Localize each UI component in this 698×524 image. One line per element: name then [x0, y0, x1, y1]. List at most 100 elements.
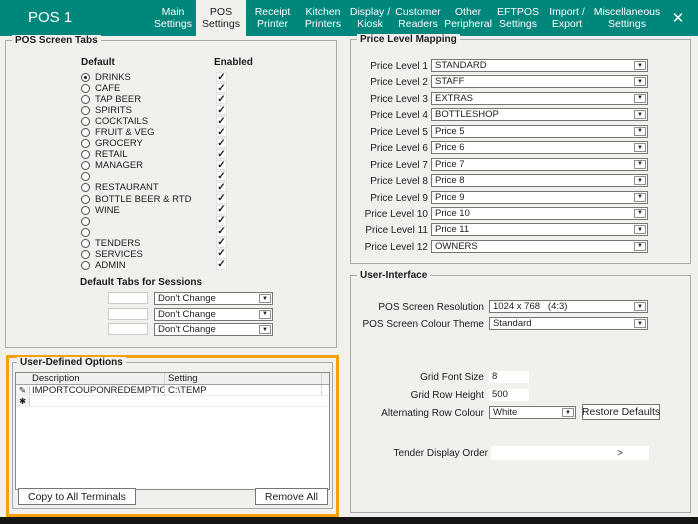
default-radio[interactable] — [81, 106, 90, 115]
dropdown-arrow-icon[interactable]: ▼ — [634, 61, 646, 70]
enabled-checkbox[interactable]: ✓ — [216, 83, 227, 93]
settings-tab[interactable]: Import / Export — [543, 0, 591, 36]
new-row-icon[interactable]: ✱ — [16, 397, 30, 406]
dropdown-arrow-icon[interactable]: ▼ — [259, 310, 271, 319]
close-button[interactable]: ✕ — [664, 0, 692, 36]
settings-tab[interactable]: Miscellaneous Settings — [591, 0, 663, 36]
price-level-dropdown[interactable]: STANDARD ▼ — [431, 59, 648, 72]
default-radio[interactable] — [81, 217, 90, 226]
enabled-checkbox[interactable]: ✓ — [216, 249, 227, 259]
default-radio[interactable] — [81, 206, 90, 215]
enabled-checkbox[interactable]: ✓ — [216, 182, 227, 192]
dropdown-arrow-icon[interactable]: ▼ — [259, 325, 271, 334]
default-radio[interactable] — [81, 228, 90, 237]
enabled-checkbox[interactable]: ✓ — [216, 138, 227, 148]
dropdown-arrow-icon[interactable]: ▼ — [634, 176, 646, 185]
resolution-dropdown[interactable]: 1024 x 768 (4:3) ▼ — [489, 300, 648, 313]
enabled-checkbox[interactable]: ✓ — [216, 260, 227, 270]
settings-tab[interactable]: Other Peripheral — [443, 0, 493, 36]
price-level-dropdown[interactable]: OWNERS ▼ — [431, 240, 648, 253]
session-number-input[interactable] — [108, 308, 148, 320]
settings-tab[interactable]: Main Settings — [150, 0, 196, 36]
resolution-label: POS Screen Resolution — [361, 302, 484, 313]
session-tab-dropdown[interactable]: Don't Change ▼ — [154, 308, 273, 321]
price-level-dropdown[interactable]: Price 9 ▼ — [431, 191, 648, 204]
remove-all-button[interactable]: Remove All — [255, 488, 328, 505]
alternating-row-colour-dropdown[interactable]: White ▼ — [489, 406, 576, 419]
price-level-dropdown[interactable]: Price 11 ▼ — [431, 223, 648, 236]
dropdown-arrow-icon[interactable]: ▼ — [259, 294, 271, 303]
dropdown-arrow-icon[interactable]: ▼ — [634, 143, 646, 152]
default-radio[interactable] — [81, 250, 90, 259]
grid-row-height-input[interactable]: 500 — [489, 389, 529, 401]
tender-display-order-field[interactable]: > — [491, 446, 649, 460]
setting-cell[interactable]: C:\TEMP — [165, 385, 322, 396]
colour-theme-dropdown[interactable]: Standard ▼ — [489, 317, 648, 330]
dropdown-arrow-icon[interactable]: ▼ — [634, 160, 646, 169]
grid-row[interactable]: ✎ IMPORTCOUPONREDEMPTIONSFILE C:\TEMP — [16, 385, 329, 396]
settings-tab[interactable]: EFTPOS Settings — [493, 0, 543, 36]
price-level-dropdown[interactable]: Price 10 ▼ — [431, 207, 648, 220]
default-radio[interactable] — [81, 117, 90, 126]
enabled-checkbox[interactable]: ✓ — [216, 105, 227, 115]
session-number-input[interactable] — [108, 323, 148, 335]
enabled-checkbox[interactable]: ✓ — [216, 149, 227, 159]
enabled-checkbox[interactable]: ✓ — [216, 171, 227, 181]
dropdown-arrow-icon[interactable]: ▼ — [634, 319, 646, 328]
enabled-checkbox[interactable]: ✓ — [216, 227, 227, 237]
default-radio[interactable] — [81, 239, 90, 248]
default-radio[interactable] — [81, 150, 90, 159]
price-level-dropdown[interactable]: Price 7 ▼ — [431, 158, 648, 171]
session-tab-dropdown[interactable]: Don't Change ▼ — [154, 292, 273, 305]
dropdown-arrow-icon[interactable]: ▼ — [634, 225, 646, 234]
price-level-dropdown[interactable]: Price 6 ▼ — [431, 141, 648, 154]
settings-tab[interactable]: Kitchen Printers — [299, 0, 347, 36]
enabled-checkbox[interactable]: ✓ — [216, 205, 227, 215]
dropdown-arrow-icon[interactable]: ▼ — [634, 94, 646, 103]
dropdown-arrow-icon[interactable]: ▼ — [634, 242, 646, 251]
price-level-dropdown[interactable]: STAFF ▼ — [431, 75, 648, 88]
description-cell[interactable]: IMPORTCOUPONREDEMPTIONSFILE — [30, 385, 165, 396]
grid-row[interactable]: ✱ — [16, 396, 329, 407]
pencil-icon[interactable]: ✎ — [16, 386, 30, 395]
price-level-dropdown[interactable]: Price 8 ▼ — [431, 174, 648, 187]
dropdown-arrow-icon[interactable]: ▼ — [634, 110, 646, 119]
settings-tab[interactable]: POS Settings — [196, 0, 246, 36]
enabled-checkbox[interactable]: ✓ — [216, 160, 227, 170]
default-radio[interactable] — [81, 183, 90, 192]
price-level-dropdown[interactable]: BOTTLESHOP ▼ — [431, 108, 648, 121]
chevron-right-icon[interactable]: > — [617, 448, 623, 459]
default-radio[interactable] — [81, 195, 90, 204]
dropdown-arrow-icon[interactable]: ▼ — [562, 408, 574, 417]
default-radio[interactable] — [81, 73, 90, 82]
enabled-checkbox[interactable]: ✓ — [216, 194, 227, 204]
dropdown-arrow-icon[interactable]: ▼ — [634, 77, 646, 86]
dropdown-arrow-icon[interactable]: ▼ — [634, 302, 646, 311]
default-radio[interactable] — [81, 84, 90, 93]
dropdown-arrow-icon[interactable]: ▼ — [634, 127, 646, 136]
default-radio[interactable] — [81, 261, 90, 270]
enabled-checkbox[interactable]: ✓ — [216, 127, 227, 137]
enabled-checkbox[interactable]: ✓ — [216, 116, 227, 126]
restore-defaults-button[interactable]: Restore Defaults — [582, 404, 660, 420]
default-radio[interactable] — [81, 161, 90, 170]
default-radio[interactable] — [81, 95, 90, 104]
price-level-dropdown[interactable]: EXTRAS ▼ — [431, 92, 648, 105]
session-tab-dropdown[interactable]: Don't Change ▼ — [154, 323, 273, 336]
dropdown-arrow-icon[interactable]: ▼ — [634, 193, 646, 202]
default-radio[interactable] — [81, 139, 90, 148]
settings-tab[interactable]: Customer Readers — [393, 0, 443, 36]
settings-tab[interactable]: Display / Kiosk — [347, 0, 393, 36]
settings-tab[interactable]: Receipt Printer — [246, 0, 299, 36]
dropdown-arrow-icon[interactable]: ▼ — [634, 209, 646, 218]
default-radio[interactable] — [81, 128, 90, 137]
price-level-dropdown[interactable]: Price 5 ▼ — [431, 125, 648, 138]
enabled-checkbox[interactable]: ✓ — [216, 238, 227, 248]
enabled-checkbox[interactable]: ✓ — [216, 72, 227, 82]
copy-to-all-terminals-button[interactable]: Copy to All Terminals — [18, 488, 136, 505]
grid-font-size-input[interactable]: 8 — [489, 371, 529, 383]
enabled-checkbox[interactable]: ✓ — [216, 94, 227, 104]
session-number-input[interactable] — [108, 292, 148, 304]
default-radio[interactable] — [81, 172, 90, 181]
enabled-checkbox[interactable]: ✓ — [216, 216, 227, 226]
